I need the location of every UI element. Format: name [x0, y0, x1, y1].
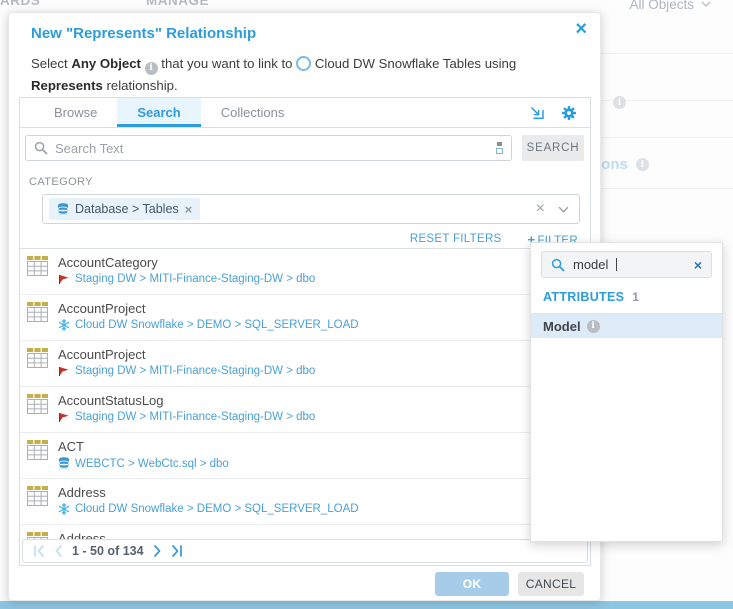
table-icon [27, 256, 48, 276]
info-icon: i [587, 320, 600, 333]
text-caret [616, 258, 617, 271]
filter-links: RESET FILTERS +FILTER [20, 224, 590, 248]
last-page-icon[interactable] [171, 544, 183, 558]
dialog-title: New "Represents" Relationship [31, 25, 256, 42]
info-icon: i [613, 96, 626, 109]
result-path: Cloud DW Snowflake > DEMO > SQL_SERVER_L… [75, 319, 359, 331]
result-path: WEBCTC > WebCtc.sql > dbo [75, 458, 229, 470]
cancel-button[interactable]: CANCEL [518, 572, 584, 596]
result-row[interactable]: AccountProject Cloud DW Snowflake > DEMO… [20, 295, 590, 341]
object-picker-panel: Browse Search Collections SEARCH CATEGOR… [19, 97, 591, 566]
table-icon [27, 486, 48, 506]
search-field[interactable] [25, 135, 512, 161]
popup-search-input[interactable]: model [573, 257, 608, 272]
target-object-label: Cloud DW Snowflake Tables [315, 56, 481, 71]
dock-panel-icon[interactable] [529, 105, 545, 121]
staging-dw-icon [58, 411, 70, 423]
snowflake-icon [58, 503, 70, 515]
next-page-icon[interactable] [153, 544, 162, 558]
table-icon [27, 440, 48, 460]
result-row[interactable]: AccountCategory Staging DW > MITI-Financ… [20, 249, 590, 295]
all-objects-dropdown[interactable]: All Objects [629, 0, 711, 12]
filter-attribute-popup: model × ATTRIBUTES 1 Model i [530, 242, 723, 542]
any-object-label: Any Object [71, 56, 141, 71]
search-options-icon[interactable] [496, 142, 503, 154]
result-name: ACT [58, 439, 229, 454]
info-icon: i [636, 158, 649, 171]
attributes-label: ATTRIBUTES [543, 290, 624, 304]
pagination-range: 1 - 50 of 134 [72, 544, 144, 558]
search-input[interactable] [55, 141, 489, 156]
reset-filters-link[interactable]: RESET FILTERS [410, 233, 502, 245]
category-tag-label: Database > Tables [75, 202, 179, 216]
remove-tag-icon[interactable]: × [185, 203, 193, 216]
result-name: AccountStatusLog [58, 393, 315, 408]
database-icon [58, 457, 70, 470]
result-path: Staging DW > MITI-Finance-Staging-DW > d… [75, 365, 315, 377]
staging-dw-icon [58, 365, 70, 377]
clear-category-icon[interactable]: × [536, 201, 545, 217]
background-bottom-bar [0, 601, 733, 609]
attribute-item-model[interactable]: Model i [531, 314, 722, 338]
staging-dw-icon [58, 273, 70, 285]
chevron-down-icon[interactable] [558, 206, 569, 213]
database-icon [57, 203, 69, 216]
gear-icon[interactable] [561, 105, 577, 121]
table-icon [27, 348, 48, 368]
close-icon[interactable]: × [575, 19, 587, 39]
result-row[interactable]: AccountProject Staging DW > MITI-Finance… [20, 341, 590, 387]
table-icon [27, 302, 48, 322]
nav-item-dashboards: ARDS [0, 0, 40, 8]
tab-search[interactable]: Search [117, 98, 200, 127]
background-top-nav: ARDS MANAGE [0, 0, 733, 10]
result-row[interactable]: AccountStatusLog Staging DW > MITI-Finan… [20, 387, 590, 433]
ok-button[interactable]: OK [435, 572, 509, 596]
background-divider [601, 53, 733, 54]
category-select[interactable]: Database > Tables × × [42, 194, 580, 224]
background-divider [601, 137, 733, 138]
results-list: AccountCategory Staging DW > MITI-Financ… [20, 248, 590, 545]
nav-item-manage: MANAGE [146, 0, 209, 8]
attributes-section-header: ATTRIBUTES 1 [531, 278, 722, 314]
attribute-item-label: Model [543, 319, 581, 334]
attributes-count: 1 [632, 290, 639, 304]
result-name: AccountCategory [58, 255, 315, 270]
result-row[interactable]: Address Cloud DW Snowflake > DEMO > SQL_… [20, 479, 590, 525]
background-divider [601, 188, 733, 189]
popup-search-field[interactable]: model × [541, 251, 712, 278]
category-label: CATEGORY [29, 176, 590, 188]
result-name: AccountProject [58, 301, 359, 316]
result-row[interactable]: ACT WEBCTC > WebCtc.sql > dbo [20, 433, 590, 479]
tab-browse[interactable]: Browse [34, 98, 117, 127]
result-path: Staging DW > MITI-Finance-Staging-DW > d… [75, 273, 315, 285]
pagination-bar: 1 - 50 of 134 [22, 539, 588, 563]
result-name: AccountProject [58, 347, 315, 362]
table-icon [27, 394, 48, 414]
clear-search-icon[interactable]: × [694, 258, 702, 272]
info-icon: i [145, 62, 158, 75]
search-button[interactable]: SEARCH [522, 135, 584, 161]
new-relationship-dialog: New "Represents" Relationship × Select A… [8, 12, 601, 601]
first-page-icon[interactable] [33, 544, 45, 558]
all-objects-label: All Objects [629, 0, 694, 12]
tab-bar: Browse Search Collections [20, 98, 590, 128]
search-icon [551, 258, 565, 272]
result-name: Address [58, 485, 359, 500]
dialog-description: Select Any Object i that you want to lin… [31, 53, 586, 98]
category-tag[interactable]: Database > Tables × [49, 198, 200, 220]
tab-collections[interactable]: Collections [201, 98, 305, 127]
result-path: Cloud DW Snowflake > DEMO > SQL_SERVER_L… [75, 503, 359, 515]
target-object-icon [296, 56, 311, 71]
relationship-name-label: Represents [31, 78, 103, 93]
result-path: Staging DW > MITI-Finance-Staging-DW > d… [75, 411, 315, 423]
search-row: SEARCH [20, 128, 590, 168]
search-icon [34, 141, 48, 155]
snowflake-icon [58, 319, 70, 331]
previous-page-icon[interactable] [54, 544, 63, 558]
